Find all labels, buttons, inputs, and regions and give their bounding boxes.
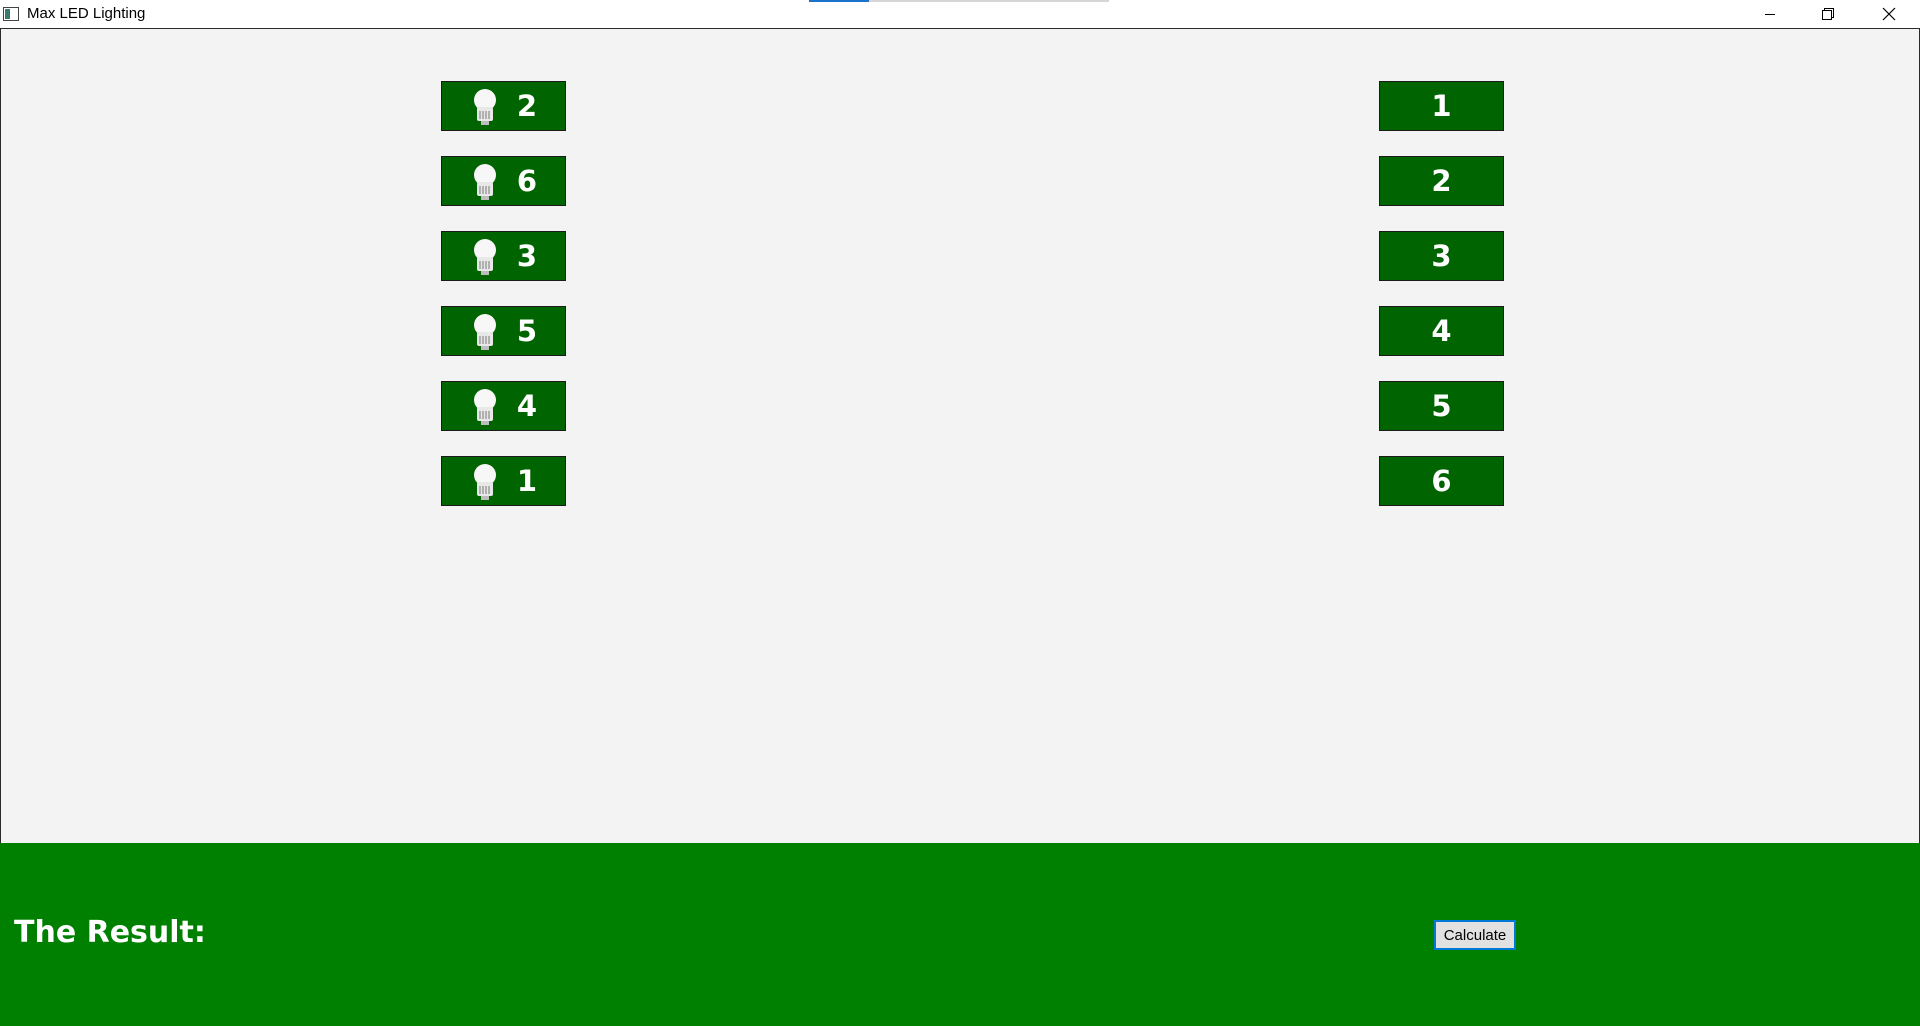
result-label: The Result: bbox=[14, 915, 206, 950]
calculate-button[interactable]: Calculate bbox=[1434, 920, 1516, 950]
title-progress-fill bbox=[809, 0, 869, 2]
lightbulb-icon bbox=[474, 314, 496, 350]
led-number: 5 bbox=[516, 314, 538, 348]
slot-number: 1 bbox=[1431, 89, 1452, 123]
app-window: Max LED Lighting 2 6 3 5 4 1 1 2 3 4 5 6… bbox=[0, 0, 1920, 1026]
app-icon bbox=[3, 7, 19, 21]
restore-button[interactable] bbox=[1799, 0, 1857, 28]
slot-number: 6 bbox=[1431, 464, 1452, 498]
led-button[interactable]: 6 bbox=[441, 156, 566, 206]
close-icon bbox=[1882, 7, 1896, 21]
led-number: 2 bbox=[516, 89, 538, 123]
main-content: 2 6 3 5 4 1 1 2 3 4 5 6 bbox=[0, 29, 1920, 843]
led-button[interactable]: 1 bbox=[441, 456, 566, 506]
lightbulb-icon bbox=[474, 164, 496, 200]
restore-icon bbox=[1822, 8, 1834, 20]
led-button[interactable]: 2 bbox=[441, 81, 566, 131]
lightbulb-icon bbox=[474, 239, 496, 275]
slot-button[interactable]: 6 bbox=[1379, 456, 1504, 506]
close-button[interactable] bbox=[1858, 0, 1920, 28]
slot-button[interactable]: 5 bbox=[1379, 381, 1504, 431]
lightbulb-icon bbox=[474, 89, 496, 125]
title-progress-bar bbox=[809, 0, 1109, 2]
led-button[interactable]: 5 bbox=[441, 306, 566, 356]
slot-number: 3 bbox=[1431, 239, 1452, 273]
led-button[interactable]: 4 bbox=[441, 381, 566, 431]
led-number: 4 bbox=[516, 389, 538, 423]
window-title: Max LED Lighting bbox=[27, 5, 146, 22]
title-bar[interactable]: Max LED Lighting bbox=[0, 0, 1920, 29]
minimize-button[interactable] bbox=[1741, 0, 1799, 28]
slot-button[interactable]: 3 bbox=[1379, 231, 1504, 281]
led-number: 3 bbox=[516, 239, 538, 273]
lightbulb-icon bbox=[474, 389, 496, 425]
slot-number: 5 bbox=[1431, 389, 1452, 423]
led-number: 6 bbox=[516, 164, 538, 198]
minimize-icon bbox=[1765, 14, 1775, 15]
slot-button[interactable]: 4 bbox=[1379, 306, 1504, 356]
slot-button[interactable]: 2 bbox=[1379, 156, 1504, 206]
slot-number: 4 bbox=[1431, 314, 1452, 348]
slot-number: 2 bbox=[1431, 164, 1452, 198]
led-button[interactable]: 3 bbox=[441, 231, 566, 281]
result-panel: The Result: Calculate bbox=[0, 843, 1920, 1026]
slot-button[interactable]: 1 bbox=[1379, 81, 1504, 131]
lightbulb-icon bbox=[474, 464, 496, 500]
led-number: 1 bbox=[516, 464, 538, 498]
